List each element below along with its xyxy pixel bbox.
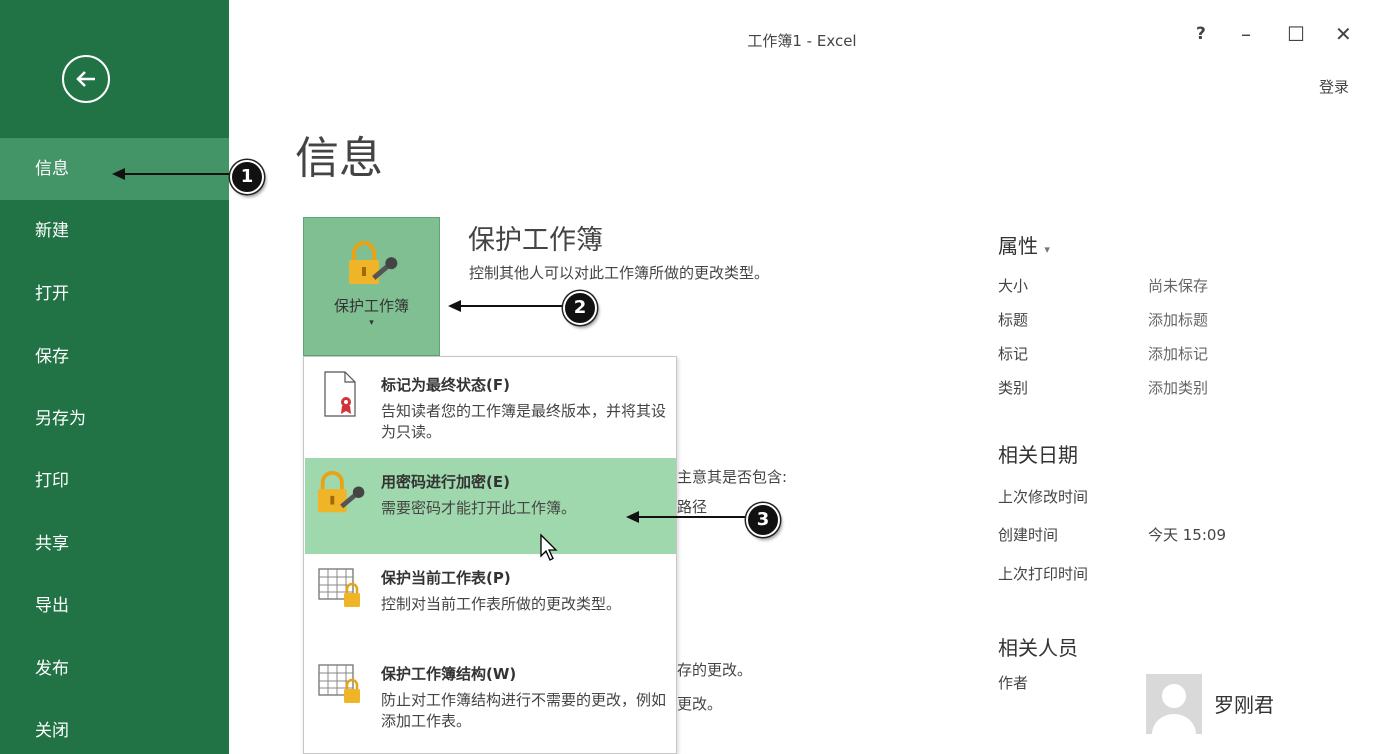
prop-title-value[interactable]: 添加标题 <box>1148 309 1208 330</box>
prop-tags-value[interactable]: 添加标记 <box>1148 343 1208 364</box>
menu-protect-structure-desc: 防止对工作簿结构进行不需要的更改，例如添加工作表。 <box>381 691 667 730</box>
nav-open[interactable]: 打开 <box>0 263 229 325</box>
protect-sheet-icon <box>318 568 360 607</box>
author-label: 作者 <box>998 674 1029 692</box>
prop-category-value[interactable]: 添加类别 <box>1148 377 1208 398</box>
related-dates-heading: 相关日期 <box>998 443 1078 467</box>
menu-encrypt-title: 用密码进行加密(E) <box>381 473 510 491</box>
nav-close[interactable]: 关闭 <box>0 700 229 754</box>
minimize-button[interactable]: – <box>1241 22 1251 46</box>
last-printed-label: 上次打印时间 <box>998 565 1089 583</box>
prop-size-value: 尚未保存 <box>1148 277 1209 295</box>
close-button[interactable]: ✕ <box>1335 22 1352 46</box>
nav-export[interactable]: 导出 <box>0 575 229 637</box>
menu-protect-structure[interactable]: 保护工作簿结构(W) 防止对工作簿结构进行不需要的更改，例如添加工作表。 <box>305 651 676 751</box>
nav-save[interactable]: 保存 <box>0 326 229 388</box>
callout-badge-3: 3 <box>746 503 780 537</box>
nav-share[interactable]: 共享 <box>0 513 229 575</box>
properties-heading[interactable]: 属性 ▾ <box>998 230 1050 259</box>
menu-protect-sheet-title: 保护当前工作表(P) <box>381 569 511 587</box>
callout-arrow-line-2 <box>460 305 565 307</box>
properties-heading-label: 属性 <box>998 234 1038 258</box>
versions-text-1: 存的更改。 <box>677 661 753 679</box>
person-icon <box>1152 684 1196 734</box>
callout-arrow-line-3 <box>638 516 748 518</box>
back-button[interactable] <box>62 55 110 103</box>
page-title: 信息 <box>295 133 383 184</box>
maximize-button[interactable]: ☐ <box>1287 22 1305 46</box>
author-name[interactable]: 罗刚君 <box>1214 689 1274 718</box>
menu-mark-final-desc: 告知读者您的工作簿是最终版本，并将其设为只读。 <box>381 402 667 441</box>
lock-key-icon <box>349 241 398 284</box>
window-title: 工作簿1 - Excel <box>747 32 857 50</box>
protect-workbook-heading: 保护工作簿 <box>468 225 603 256</box>
callout-arrow-line-1 <box>124 173 232 175</box>
protect-structure-icon <box>318 664 360 703</box>
nav-new[interactable]: 新建 <box>0 200 229 262</box>
nav-print[interactable]: 打印 <box>0 450 229 512</box>
versions-text-2: 更改。 <box>677 695 723 713</box>
mark-final-icon <box>324 371 356 417</box>
menu-protect-sheet[interactable]: 保护当前工作表(P) 控制对当前工作表所做的更改类型。 <box>305 555 676 650</box>
callout-badge-1: 1 <box>230 160 264 194</box>
protect-workbook-button[interactable]: 保护工作簿 ▾ <box>303 217 440 356</box>
menu-protect-sheet-desc: 控制对当前工作表所做的更改类型。 <box>381 595 622 613</box>
lock-key-icon <box>317 470 365 513</box>
protect-workbook-label: 保护工作簿 <box>333 297 409 315</box>
menu-protect-structure-title: 保护工作簿结构(W) <box>381 665 517 683</box>
menu-mark-final[interactable]: 标记为最终状态(F) 告知读者您的工作簿是最终版本，并将其设为只读。 <box>305 361 676 457</box>
chevron-down-icon: ▾ <box>369 318 374 328</box>
prop-title-label: 标题 <box>998 311 1029 329</box>
chevron-down-icon: ▾ <box>1044 243 1050 256</box>
menu-mark-final-title: 标记为最终状态(F) <box>381 376 510 394</box>
back-arrow-icon <box>76 71 95 87</box>
help-button[interactable]: ? <box>1196 24 1206 44</box>
menu-encrypt-password[interactable]: 用密码进行加密(E) 需要密码才能打开此工作簿。 <box>305 458 676 554</box>
inspect-text-1: 主意其是否包含: <box>677 468 788 486</box>
created-label: 创建时间 <box>998 526 1059 544</box>
protect-workbook-menu: 标记为最终状态(F) 告知读者您的工作簿是最终版本，并将其设为只读。 用密码进行… <box>303 356 677 754</box>
login-link[interactable]: 登录 <box>1319 76 1349 97</box>
prop-category-label: 类别 <box>998 379 1029 397</box>
backstage-sidebar: 信息 新建 打开 保存 另存为 打印 共享 导出 发布 关闭 <box>0 0 229 754</box>
created-value: 今天 15:09 <box>1148 526 1226 544</box>
avatar <box>1146 674 1202 734</box>
inspect-text-2: 路径 <box>677 498 708 516</box>
nav-save-as[interactable]: 另存为 <box>0 388 229 450</box>
prop-tags-label: 标记 <box>998 345 1029 363</box>
prop-size-label: 大小 <box>998 277 1029 295</box>
protect-workbook-description: 控制其他人可以对此工作簿所做的更改类型。 <box>469 264 770 282</box>
callout-badge-2: 2 <box>563 291 597 325</box>
related-people-heading: 相关人员 <box>998 636 1078 660</box>
last-modified-label: 上次修改时间 <box>998 488 1089 506</box>
nav-publish[interactable]: 发布 <box>0 638 229 700</box>
